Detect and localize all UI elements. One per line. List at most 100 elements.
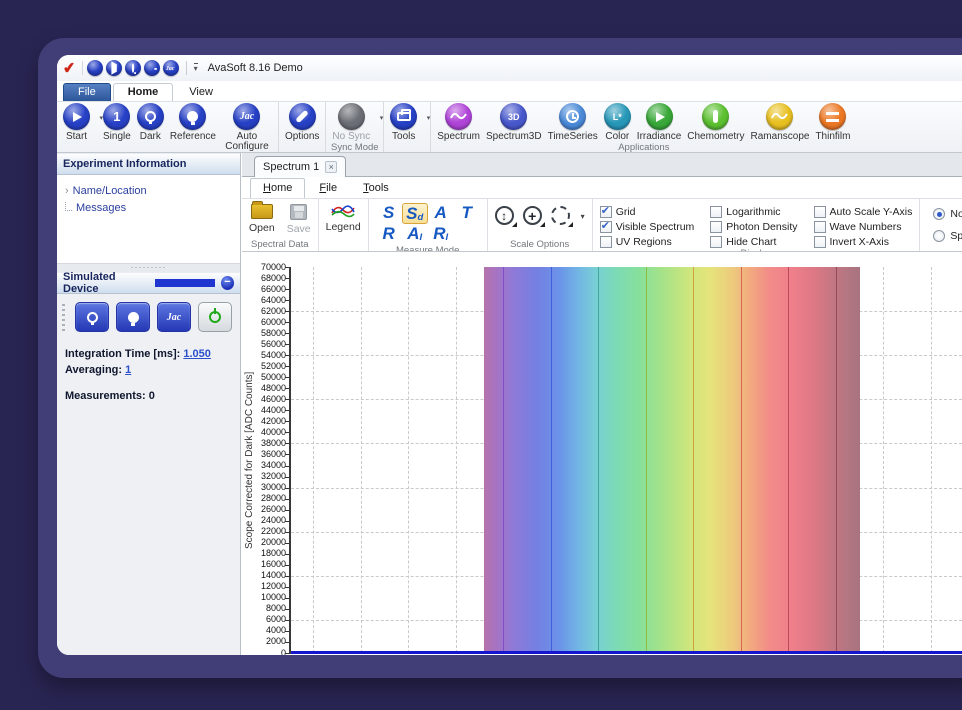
checkbox-invert-x-axis[interactable]: Invert X-Axis [814, 236, 913, 248]
measure-mode-t[interactable]: T [454, 203, 480, 224]
ribbon-group-tools: ▾ Tools [383, 102, 430, 152]
tree-item-messages[interactable]: Messages [65, 200, 232, 217]
menu-tools[interactable]: Tools [351, 179, 401, 198]
measure-mode-group: SSdATRAIRI Measure Mode [368, 199, 487, 251]
y-tick-label: 28000 [242, 494, 286, 503]
play-glyph [656, 112, 665, 122]
open-folder-icon [251, 204, 273, 219]
ribbon-button-options[interactable]: Options [282, 103, 322, 142]
ribbon-button-auto-configure[interactable]: JacAuto Configure [219, 103, 275, 152]
quick-access-dropdown-icon[interactable]: ▾ [194, 63, 198, 73]
checkbox-box [814, 206, 826, 218]
collapse-panel-button[interactable]: − [221, 276, 234, 290]
tools-icon [390, 103, 417, 130]
checkbox-hide-chart[interactable]: Hide Chart [710, 236, 797, 248]
tab-home[interactable]: Home [113, 83, 174, 101]
radio-splining[interactable]: Splining [933, 230, 962, 242]
ribbon-tab-strip: File Home View [57, 81, 962, 101]
ribbon-group-applications: Spectrum3DSpectrum3DTimeSeriesL*ColorIrr… [430, 102, 856, 152]
y-tick-mark [285, 443, 289, 444]
y-tick-label: 4000 [242, 626, 286, 635]
y-tick-label: 0 [242, 649, 286, 656]
bulb-outline-icon[interactable] [125, 60, 141, 76]
checkbox-wave-numbers[interactable]: Wave Numbers [814, 221, 913, 233]
checkbox-grid[interactable]: Grid [600, 206, 695, 218]
scale-options-dropdown-icon[interactable]: ▾ [581, 212, 585, 221]
device-bulb-outline-button[interactable] [75, 302, 109, 332]
ribbon-button-tools[interactable]: ▾Tools [387, 103, 427, 142]
menu-home[interactable]: Home [250, 178, 305, 198]
play-icon[interactable] [106, 60, 122, 76]
measure-mode-a[interactable]: A [428, 203, 454, 224]
measure-mode-ri[interactable]: RI [428, 224, 454, 245]
tree-item-name-location[interactable]: › Name/Location [65, 183, 232, 200]
save-button[interactable]: Save [287, 202, 311, 235]
zoom-y-axis-icon[interactable]: ↕ [495, 206, 514, 225]
ribbon-button-start[interactable]: ▾Start [60, 103, 100, 142]
dropdown-caret-icon[interactable]: ▾ [427, 114, 431, 122]
close-tab-icon[interactable]: × [325, 161, 337, 173]
tree-expand-icon[interactable]: › [65, 183, 69, 200]
ribbon-button-label: Tools [392, 132, 415, 142]
checkbox-auto-scale-y-axis[interactable]: Auto Scale Y-Axis [814, 206, 913, 218]
dropdown-caret-icon[interactable]: ▾ [380, 114, 384, 122]
checkbox-uv-regions[interactable]: UV Regions [600, 236, 695, 248]
ribbon-button-thinfilm[interactable]: Thinfilm [812, 103, 853, 142]
measure-mode-r[interactable]: R [376, 224, 402, 245]
ribbon-button-no-sync[interactable]: ▾No Sync [329, 103, 380, 142]
v-gridline [883, 267, 884, 653]
checkbox-label: Invert X-Axis [830, 236, 890, 248]
wrench-icon[interactable] [87, 60, 103, 76]
ribbon-group-measurement-all-devices: ▾Start1SingleDarkReferenceJacAuto Config… [57, 102, 278, 152]
radio-none[interactable]: None [933, 208, 962, 220]
ribbon-button-ramanscope[interactable]: Ramanscope [748, 103, 813, 142]
ribbon-button-single[interactable]: 1Single [100, 103, 134, 142]
menu-file[interactable]: File [307, 179, 349, 198]
bulb-icon[interactable] [144, 60, 160, 76]
ribbon-button-spectrum3d[interactable]: 3DSpectrum3D [483, 103, 545, 142]
tab-file[interactable]: File [63, 83, 111, 101]
spectrum-document-tab[interactable]: Spectrum 1 × [254, 156, 346, 177]
open-button[interactable]: Open [249, 202, 275, 234]
device-panel: Jac Integration Time [ms]: 1.050 Averagi… [57, 294, 240, 412]
tab-view[interactable]: View [175, 84, 227, 101]
radio-circle [933, 208, 945, 220]
simulated-device-header: Simulated Device − [57, 272, 240, 294]
y-tick-label: 44000 [242, 406, 286, 415]
checkbox-box [814, 221, 826, 233]
ribbon-button-chemometry[interactable]: Chemometry [684, 103, 747, 142]
ribbon-button-irradiance[interactable]: Irradiance [634, 103, 684, 142]
ribbon-button-reference[interactable]: Reference [167, 103, 219, 142]
y-tick-mark [285, 631, 289, 632]
ribbon-button-label: Auto Configure [222, 132, 272, 152]
ribbon-button-color[interactable]: L*Color [601, 103, 634, 142]
checkbox-visible-spectrum[interactable]: Visible Spectrum [600, 221, 695, 233]
y-tick-label: 30000 [242, 483, 286, 492]
drag-handle[interactable] [62, 304, 65, 334]
auto-configure-icon: Jac [233, 103, 260, 130]
y-tick-mark [285, 543, 289, 544]
checkbox-photon-density[interactable]: Photon Density [710, 221, 797, 233]
measure-mode-sd[interactable]: Sd [402, 203, 428, 224]
checkbox-label: Logarithmic [726, 206, 780, 218]
zoom-all-icon[interactable]: + [523, 206, 542, 225]
spectrum-chart[interactable]: Scope Corrected for Dark [ADC Counts] 70… [242, 252, 962, 655]
measure-mode-ai[interactable]: AI [402, 224, 428, 245]
device-jac-button[interactable]: Jac [157, 302, 191, 332]
ribbon-button-dark[interactable]: Dark [134, 103, 167, 142]
jac-icon[interactable]: Jac [163, 60, 179, 76]
device-bulb-button[interactable] [116, 302, 150, 332]
averaging-row: Averaging: 1 [65, 362, 232, 378]
ribbon-button-timeseries[interactable]: TimeSeries [545, 103, 601, 142]
wave-glyph [450, 110, 467, 124]
checkbox-logarithmic[interactable]: Logarithmic [710, 206, 797, 218]
timeseries-icon [559, 103, 586, 130]
measure-mode-s[interactable]: S [376, 203, 402, 224]
title-bar: ✔ Jac ▾ AvaSoft 8.16 Demo [57, 55, 962, 81]
ribbon-button-spectrum[interactable]: Spectrum [434, 103, 483, 142]
zoom-box-icon[interactable] [551, 206, 570, 225]
legend-button[interactable]: Legend [326, 202, 361, 233]
device-power-button[interactable] [198, 302, 232, 332]
averaging-link[interactable]: 1 [125, 364, 131, 376]
integration-time-link[interactable]: 1.050 [183, 348, 211, 360]
